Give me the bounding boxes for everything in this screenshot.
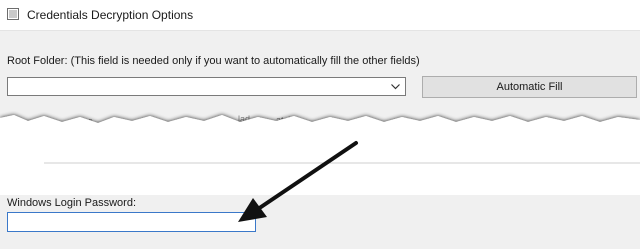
pointer-arrow-icon [238,141,358,222]
